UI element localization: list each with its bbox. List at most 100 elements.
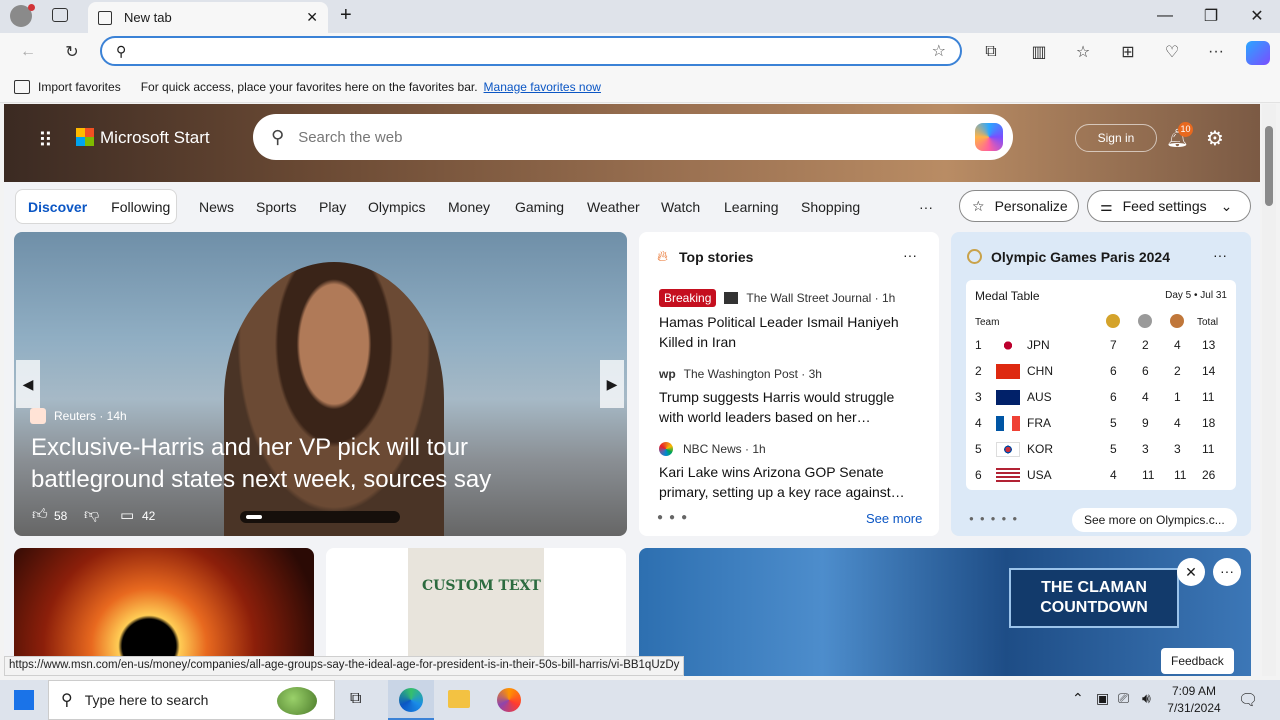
file-explorer-icon[interactable]: [448, 690, 470, 708]
category-nav: Discover Following News Sports Play Olym…: [4, 182, 1260, 232]
flag-australia-icon: [996, 390, 1020, 405]
brand-title[interactable]: Microsoft Start: [100, 128, 210, 148]
sliders-icon: ⚌: [1100, 197, 1113, 214]
windows-start-icon[interactable]: [14, 690, 34, 710]
favorite-star-icon[interactable]: ☆: [932, 41, 946, 61]
address-bar[interactable]: ⚲ ☆: [100, 36, 962, 66]
restore-button[interactable]: ❐: [1188, 4, 1234, 28]
web-search-box[interactable]: ⚲ Search the web: [253, 114, 1013, 160]
scrollbar-thumb[interactable]: [1265, 126, 1273, 206]
feed-settings-button[interactable]: ⚌ Feed settings ⌄: [1087, 190, 1251, 222]
personalize-button[interactable]: ☆ Personalize: [959, 190, 1079, 222]
edge-taskbar-button[interactable]: [388, 680, 434, 720]
silver: 2: [1142, 338, 1149, 352]
nav-money[interactable]: Money: [448, 199, 490, 215]
top-stories-title: Top stories: [679, 249, 754, 265]
medal-row[interactable]: 5 KOR 5 3 3 11: [966, 436, 1236, 462]
story-2-headline[interactable]: Trump suggests Harris would struggle wit…: [659, 387, 921, 427]
nav-play[interactable]: Play: [319, 199, 346, 215]
medal-row[interactable]: 6 USA 4 11 11 26: [966, 462, 1236, 488]
nav-more-button[interactable]: ···: [919, 199, 933, 215]
settings-gear-icon[interactable]: ⚙: [1206, 126, 1224, 151]
carousel-dots[interactable]: [240, 511, 400, 523]
medal-table-title: Medal Table: [975, 289, 1040, 303]
nbc-logo-icon: [659, 442, 673, 456]
more-options-icon[interactable]: ···: [1213, 247, 1227, 263]
collections-icon[interactable]: ⊞: [1117, 41, 1139, 63]
navigation-bar: ← ↻ ⚲ ☆ ⧉ ▥ ☆ ⊞ ♡ ···: [0, 33, 1280, 71]
feedback-button[interactable]: Feedback: [1161, 648, 1234, 674]
firefox-icon[interactable]: [497, 688, 521, 712]
sign-in-button[interactable]: Sign in: [1075, 124, 1157, 152]
medal-row[interactable]: 4 FRA 5 9 4 18: [966, 410, 1236, 436]
copilot-icon[interactable]: [1246, 41, 1270, 65]
taskbar-clock[interactable]: 7:09 AM 7/31/2024: [1162, 683, 1226, 717]
dislike-icon[interactable]: 👎︎: [84, 506, 99, 524]
tab-discover[interactable]: Discover: [28, 199, 87, 215]
settings-more-icon[interactable]: ···: [1205, 41, 1227, 63]
apps-grid-icon[interactable]: ⠿: [38, 128, 55, 153]
reuters-logo-icon: [30, 408, 46, 424]
manage-favorites-link[interactable]: Manage favorites now: [484, 80, 601, 94]
nav-olympics[interactable]: Olympics: [368, 199, 426, 215]
chevron-down-icon: ⌄: [1220, 197, 1233, 214]
like-icon[interactable]: 👍︎: [32, 506, 48, 524]
top-stories-card: 🔥︎ Top stories ··· Breaking The Wall Str…: [639, 232, 939, 536]
import-favorites-link[interactable]: Import favorites: [38, 80, 121, 94]
flag-france-icon: [996, 416, 1020, 431]
back-icon[interactable]: ←: [17, 41, 39, 63]
browser-tab[interactable]: New tab ✕: [88, 2, 328, 33]
task-view-icon[interactable]: ⧉: [350, 690, 361, 708]
nav-weather[interactable]: Weather: [587, 199, 640, 215]
story-3-source: NBC News · 1h: [683, 442, 766, 456]
medal-row[interactable]: 1 JPN 7 2 4 13: [966, 332, 1236, 358]
network-icon[interactable]: ⎚: [1118, 690, 1129, 707]
bronze: 1: [1174, 390, 1181, 404]
nav-learning[interactable]: Learning: [724, 199, 779, 215]
tray-device-icon[interactable]: ▣: [1096, 690, 1109, 707]
comment-icon[interactable]: ▭: [120, 506, 134, 524]
story-pager-dots[interactable]: ●●●: [657, 512, 693, 523]
medal-row[interactable]: 3 AUS 6 4 1 11: [966, 384, 1236, 410]
tab-actions-icon[interactable]: [52, 8, 68, 22]
video-story-card[interactable]: THE CLAMAN COUNTDOWN ✕ ··· Feedback: [639, 548, 1251, 676]
microsoft-logo-icon: [76, 128, 94, 146]
carousel-next-button[interactable]: ▶: [600, 360, 624, 408]
close-window-button[interactable]: ✕: [1234, 4, 1280, 28]
more-options-icon[interactable]: ···: [903, 247, 917, 263]
nav-gaming[interactable]: Gaming: [515, 199, 564, 215]
see-more-olympics-link[interactable]: See more on Olympics.c...: [1072, 508, 1237, 532]
medal-row[interactable]: 2 CHN 6 6 2 14: [966, 358, 1236, 384]
taskbar-search-placeholder: Type here to search: [84, 692, 209, 708]
volume-icon[interactable]: 🔊︎: [1142, 690, 1151, 707]
carousel-prev-button[interactable]: ◀: [16, 360, 40, 408]
olympics-pager-dots[interactable]: ●●●●●: [969, 514, 1023, 523]
tab-following[interactable]: Following: [111, 199, 170, 215]
story-1-headline[interactable]: Hamas Political Leader Ismail Haniyeh Ki…: [659, 312, 921, 352]
hero-story-card[interactable]: Reuters · 14h Exclusive-Harris and her V…: [14, 232, 627, 536]
tray-chevron-icon[interactable]: ⌃: [1072, 690, 1084, 707]
story-3-headline[interactable]: Kari Lake wins Arizona GOP Senate primar…: [659, 462, 921, 502]
nav-sports[interactable]: Sports: [256, 199, 296, 215]
notification-center-icon[interactable]: 🗨︎: [1238, 690, 1258, 710]
new-tab-button[interactable]: +: [340, 4, 352, 27]
silver: 4: [1142, 390, 1149, 404]
copilot-icon[interactable]: [975, 123, 1003, 151]
split-screen-icon[interactable]: ▥: [1028, 41, 1050, 63]
taskbar-search[interactable]: ⚲ Type here to search: [48, 680, 335, 720]
browser-essentials-icon[interactable]: ♡: [1161, 41, 1183, 63]
nav-watch[interactable]: Watch: [661, 199, 700, 215]
more-options-icon[interactable]: ···: [1213, 558, 1241, 586]
nav-news[interactable]: News: [199, 199, 234, 215]
minimize-button[interactable]: —: [1142, 4, 1188, 28]
extensions-icon[interactable]: ⧉: [980, 41, 1002, 63]
see-more-link[interactable]: See more: [866, 511, 922, 526]
close-tab-icon[interactable]: ✕: [306, 9, 318, 26]
close-icon[interactable]: ✕: [1177, 558, 1205, 586]
medal-table[interactable]: Medal Table Day 5 • Jul 31 Team Total 1 …: [966, 280, 1236, 490]
nav-shopping[interactable]: Shopping: [801, 199, 860, 215]
hero-headline[interactable]: Exclusive-Harris and her VP pick will to…: [31, 432, 591, 496]
favorites-icon[interactable]: ☆: [1072, 41, 1094, 63]
page-scrollbar[interactable]: [1262, 104, 1276, 676]
refresh-icon[interactable]: ↻: [61, 41, 83, 63]
